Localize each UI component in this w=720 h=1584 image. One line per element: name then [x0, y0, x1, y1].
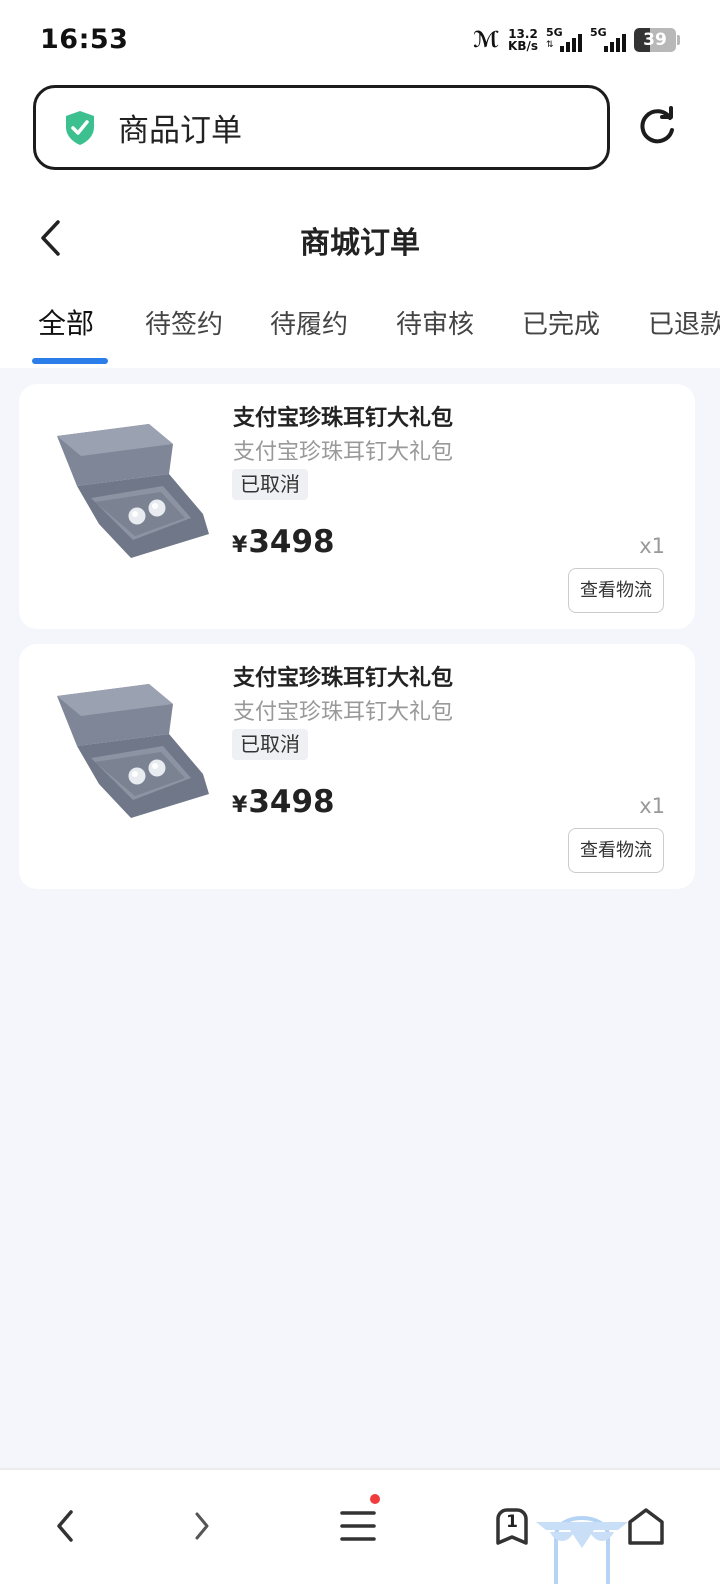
order-tabs: 全部 待签约 待履约 待审核 已完成 已退款: [0, 296, 720, 368]
status-badge: 已取消: [232, 729, 308, 760]
quantity: x1: [639, 534, 665, 558]
network-speed: 13.2 KB/s: [508, 28, 538, 52]
status-time: 16:53: [40, 24, 129, 55]
nfc-icon: ℳ: [472, 27, 499, 53]
url-bar[interactable]: 商品订单: [33, 85, 610, 170]
open-tabs-count: 1: [506, 1512, 518, 1532]
product-name: 支付宝珍珠耳钉大礼包: [233, 666, 454, 691]
menu-icon[interactable]: [330, 1494, 386, 1554]
price-value: 3498: [248, 784, 335, 820]
tab-all[interactable]: 全部: [38, 302, 94, 342]
back-arrow-icon[interactable]: [38, 1498, 94, 1554]
currency-symbol: ¥: [232, 793, 248, 818]
forward-arrow-icon[interactable]: [174, 1498, 230, 1554]
order-card[interactable]: 支付宝珍珠耳钉大礼包 支付宝珍珠耳钉大礼包 已取消 ¥3498 x1 查看物流: [19, 644, 695, 889]
status-badge: 已取消: [232, 469, 308, 500]
tab-pending-review[interactable]: 待审核: [396, 304, 474, 341]
product-name: 支付宝珍珠耳钉大礼包: [233, 406, 454, 431]
page-header: 商城订单: [0, 200, 720, 276]
price-value: 3498: [248, 524, 335, 560]
currency-symbol: ¥: [232, 533, 248, 558]
reload-icon[interactable]: [636, 106, 678, 148]
sim2-signal-icon: 5G: [590, 26, 626, 54]
tab-pending-fulfill[interactable]: 待履约: [270, 304, 348, 341]
product-image: [57, 424, 209, 558]
view-logistics-button[interactable]: 查看物流: [568, 828, 664, 873]
page-title: 商城订单: [300, 226, 420, 261]
price: ¥3498: [232, 524, 335, 560]
product-subtitle: 支付宝珍珠耳钉大礼包: [233, 440, 454, 465]
order-card[interactable]: 支付宝珍珠耳钉大礼包 支付宝珍珠耳钉大礼包 已取消 ¥3498 x1 查看物流: [19, 384, 695, 629]
assistant-mascot-icon[interactable]: [534, 1492, 630, 1584]
network-speed-unit: KB/s: [508, 39, 538, 53]
tabs-icon[interactable]: 1: [484, 1498, 540, 1554]
battery-icon: 39: [634, 28, 676, 52]
tab-completed[interactable]: 已完成: [522, 304, 600, 341]
notification-dot: [370, 1494, 380, 1504]
sim1-signal-icon: 5G ⇅: [546, 26, 582, 54]
status-indicators: ℳ 13.2 KB/s 5G ⇅ 5G 39: [473, 24, 680, 56]
quantity: x1: [639, 794, 665, 818]
active-tab-indicator: [32, 358, 108, 364]
tab-refunded[interactable]: 已退款: [648, 304, 720, 341]
data-activity-icon: ⇅: [546, 40, 554, 50]
product-image: [57, 684, 209, 818]
product-subtitle: 支付宝珍珠耳钉大礼包: [233, 700, 454, 725]
status-bar: 16:53 ℳ 13.2 KB/s 5G ⇅ 5G 39: [0, 0, 720, 80]
shield-check-icon: [66, 110, 94, 145]
url-text: 商品订单: [118, 113, 242, 149]
battery-level: 39: [643, 30, 667, 50]
price: ¥3498: [232, 784, 335, 820]
tab-pending-sign[interactable]: 待签约: [145, 304, 223, 341]
battery-cap: [677, 35, 680, 45]
view-logistics-button[interactable]: 查看物流: [568, 568, 664, 613]
